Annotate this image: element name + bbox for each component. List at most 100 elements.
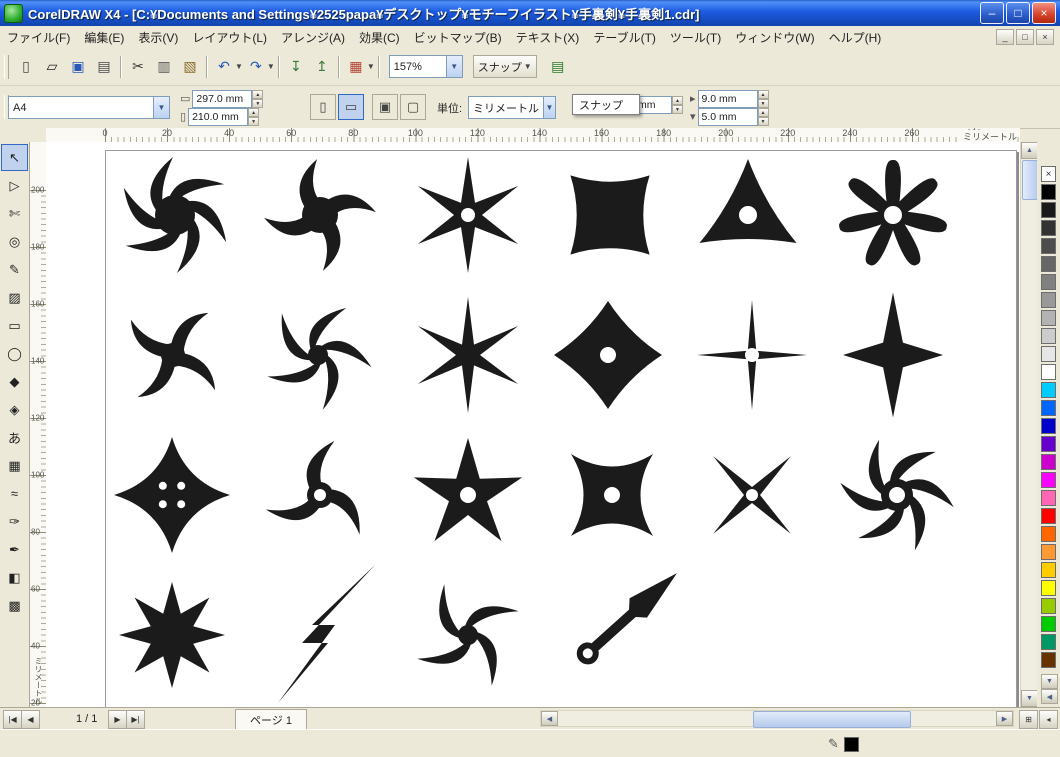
duplicate-distance-field[interactable]: 5.0 mm: [697, 108, 758, 126]
last-page-button[interactable]: ▶|: [126, 710, 145, 729]
eyedropper-tool[interactable]: ✑: [1, 508, 28, 535]
freehand-tool[interactable]: ✎: [1, 256, 28, 283]
shuriken-four-point-tall[interactable]: [843, 292, 943, 418]
shuriken-swirl-five-thin[interactable]: [267, 307, 372, 410]
color-swatch-2[interactable]: [1041, 202, 1056, 218]
rectangle-tool[interactable]: ▭: [1, 312, 28, 339]
table-tool[interactable]: ▦: [1, 452, 28, 479]
shuriken-six-point-slim[interactable]: [417, 297, 519, 413]
paper-width-field[interactable]: 297.0 mm: [192, 90, 253, 108]
color-swatch-25[interactable]: [1041, 616, 1056, 632]
shuriken-four-point-dots[interactable]: [114, 437, 230, 553]
color-swatch-13[interactable]: [1041, 400, 1056, 416]
toolbar-grip[interactable]: [4, 54, 9, 79]
copy-button[interactable]: ▥: [151, 54, 177, 80]
shuriken-diamond-four-point[interactable]: [554, 301, 662, 409]
zoom-level-combo[interactable]: 157% ▼: [388, 55, 463, 78]
save-button[interactable]: ▣: [65, 54, 91, 80]
menu-item-11[interactable]: ウィンドウ(W): [728, 27, 821, 48]
menu-item-3[interactable]: 表示(V): [131, 27, 185, 48]
horizontal-ruler[interactable]: 020406080100120140160180200220240260280 …: [46, 128, 1020, 143]
shuriken-curved-four-arm[interactable]: [264, 159, 376, 271]
chevron-down-icon[interactable]: ▼: [235, 62, 243, 71]
menu-item-1[interactable]: ファイル(F): [0, 27, 77, 48]
color-swatch-3[interactable]: [1041, 220, 1056, 236]
doc-minimize-button[interactable]: _: [996, 29, 1014, 45]
interactive-fill-tool[interactable]: ▩: [1, 592, 28, 619]
spin-down-icon[interactable]: ▼: [757, 117, 769, 126]
polygon-tool[interactable]: ◆: [1, 368, 28, 395]
pick-tool[interactable]: ↖: [1, 144, 28, 171]
page-tab[interactable]: ページ 1: [235, 709, 307, 729]
portrait-button[interactable]: ▯: [310, 94, 336, 120]
current-page-button[interactable]: ▢: [400, 94, 426, 120]
shuriken-seven-petal-flower[interactable]: [839, 159, 947, 266]
color-swatch-23[interactable]: [1041, 580, 1056, 596]
chevron-down-icon[interactable]: ▼: [153, 97, 169, 118]
zoom-tool[interactable]: ◎: [1, 228, 28, 255]
units-combo[interactable]: ミリメートル ▼: [468, 96, 556, 119]
paste-button[interactable]: ▧: [177, 54, 203, 80]
shuriken-curved-x-hole[interactable]: [571, 454, 653, 536]
color-swatch-22[interactable]: [1041, 562, 1056, 578]
color-swatch-4[interactable]: [1041, 238, 1056, 254]
color-swatch-15[interactable]: [1041, 436, 1056, 452]
color-swatch-26[interactable]: [1041, 634, 1056, 650]
spin-down-icon[interactable]: ▼: [757, 99, 769, 108]
application-launcher-button[interactable]: ▦: [343, 54, 369, 80]
color-swatch-10[interactable]: [1041, 346, 1056, 362]
shuriken-fan-four-blade[interactable]: [130, 312, 216, 398]
color-swatch-5[interactable]: [1041, 256, 1056, 272]
export-button[interactable]: ↥: [309, 54, 335, 80]
menu-item-4[interactable]: レイアウト(L): [185, 27, 274, 48]
spin-up-icon[interactable]: ▲: [672, 96, 683, 105]
horizontal-scroll-thumb[interactable]: [753, 711, 912, 728]
shuriken-swirl-six-blade[interactable]: [123, 157, 227, 273]
menu-item-6[interactable]: 効果(C): [352, 27, 407, 48]
new-document-button[interactable]: ▯: [13, 54, 39, 80]
options-button[interactable]: ▤: [545, 54, 571, 80]
color-swatch-1[interactable]: [1041, 184, 1056, 200]
spin-up-icon[interactable]: ▲: [252, 90, 264, 99]
color-swatch-21[interactable]: [1041, 544, 1056, 560]
color-swatch-19[interactable]: [1041, 508, 1056, 524]
outline-pen-tool[interactable]: ✒: [1, 536, 28, 563]
spin-down-icon[interactable]: ▼: [248, 117, 260, 126]
snap-dropdown[interactable]: スナップ ▼: [472, 55, 537, 78]
spin-down-icon[interactable]: ▼: [252, 99, 264, 108]
color-swatch-6[interactable]: [1041, 274, 1056, 290]
palette-flyout-icon[interactable]: ◀: [1041, 689, 1058, 704]
next-page-button[interactable]: ▶: [108, 710, 127, 729]
basic-shapes-tool[interactable]: ◈: [1, 396, 28, 423]
spin-up-icon[interactable]: ▲: [757, 108, 769, 117]
menu-item-9[interactable]: テーブル(T): [586, 27, 663, 48]
no-color-swatch[interactable]: ×: [1041, 166, 1056, 182]
navigator-button[interactable]: ⊞: [1019, 710, 1038, 729]
doc-restore-button[interactable]: □: [1016, 29, 1034, 45]
shuriken-lightning-bolt[interactable]: [278, 565, 375, 703]
vertical-scrollbar[interactable]: ▲ ▼: [1020, 142, 1039, 707]
scroll-right-icon[interactable]: ▶: [996, 711, 1013, 726]
color-swatch-14[interactable]: [1041, 418, 1056, 434]
shuriken-thick-x-star[interactable]: [570, 175, 650, 255]
crop-tool[interactable]: ✄: [1, 200, 28, 227]
scroll-down-icon[interactable]: ▼: [1021, 690, 1038, 707]
paper-preset-combo[interactable]: A4 ▼: [8, 96, 170, 119]
vertical-ruler[interactable]: 200 180 160 140 120 100 80 60 40 20 ミリメートル: [30, 142, 47, 707]
chevron-down-icon[interactable]: ▼: [543, 97, 555, 118]
menu-item-10[interactable]: ツール(T): [663, 27, 728, 48]
text-tool[interactable]: あ: [1, 424, 28, 451]
palette-options-button[interactable]: ◂: [1039, 710, 1058, 729]
color-swatch-8[interactable]: [1041, 310, 1056, 326]
shuriken-thin-cross-hole[interactable]: [697, 300, 807, 410]
previous-page-button[interactable]: ◀: [21, 710, 40, 729]
shuriken-three-point-hole[interactable]: [699, 159, 797, 243]
maximize-button[interactable]: □: [1006, 2, 1030, 24]
color-swatch-20[interactable]: [1041, 526, 1056, 542]
color-swatch-12[interactable]: [1041, 382, 1056, 398]
shuriken-curved-cross[interactable]: [417, 584, 519, 686]
color-swatch-11[interactable]: [1041, 364, 1056, 380]
color-swatch-18[interactable]: [1041, 490, 1056, 506]
menu-item-2[interactable]: 編集(E): [77, 27, 131, 48]
menu-item-5[interactable]: アレンジ(A): [274, 27, 352, 48]
